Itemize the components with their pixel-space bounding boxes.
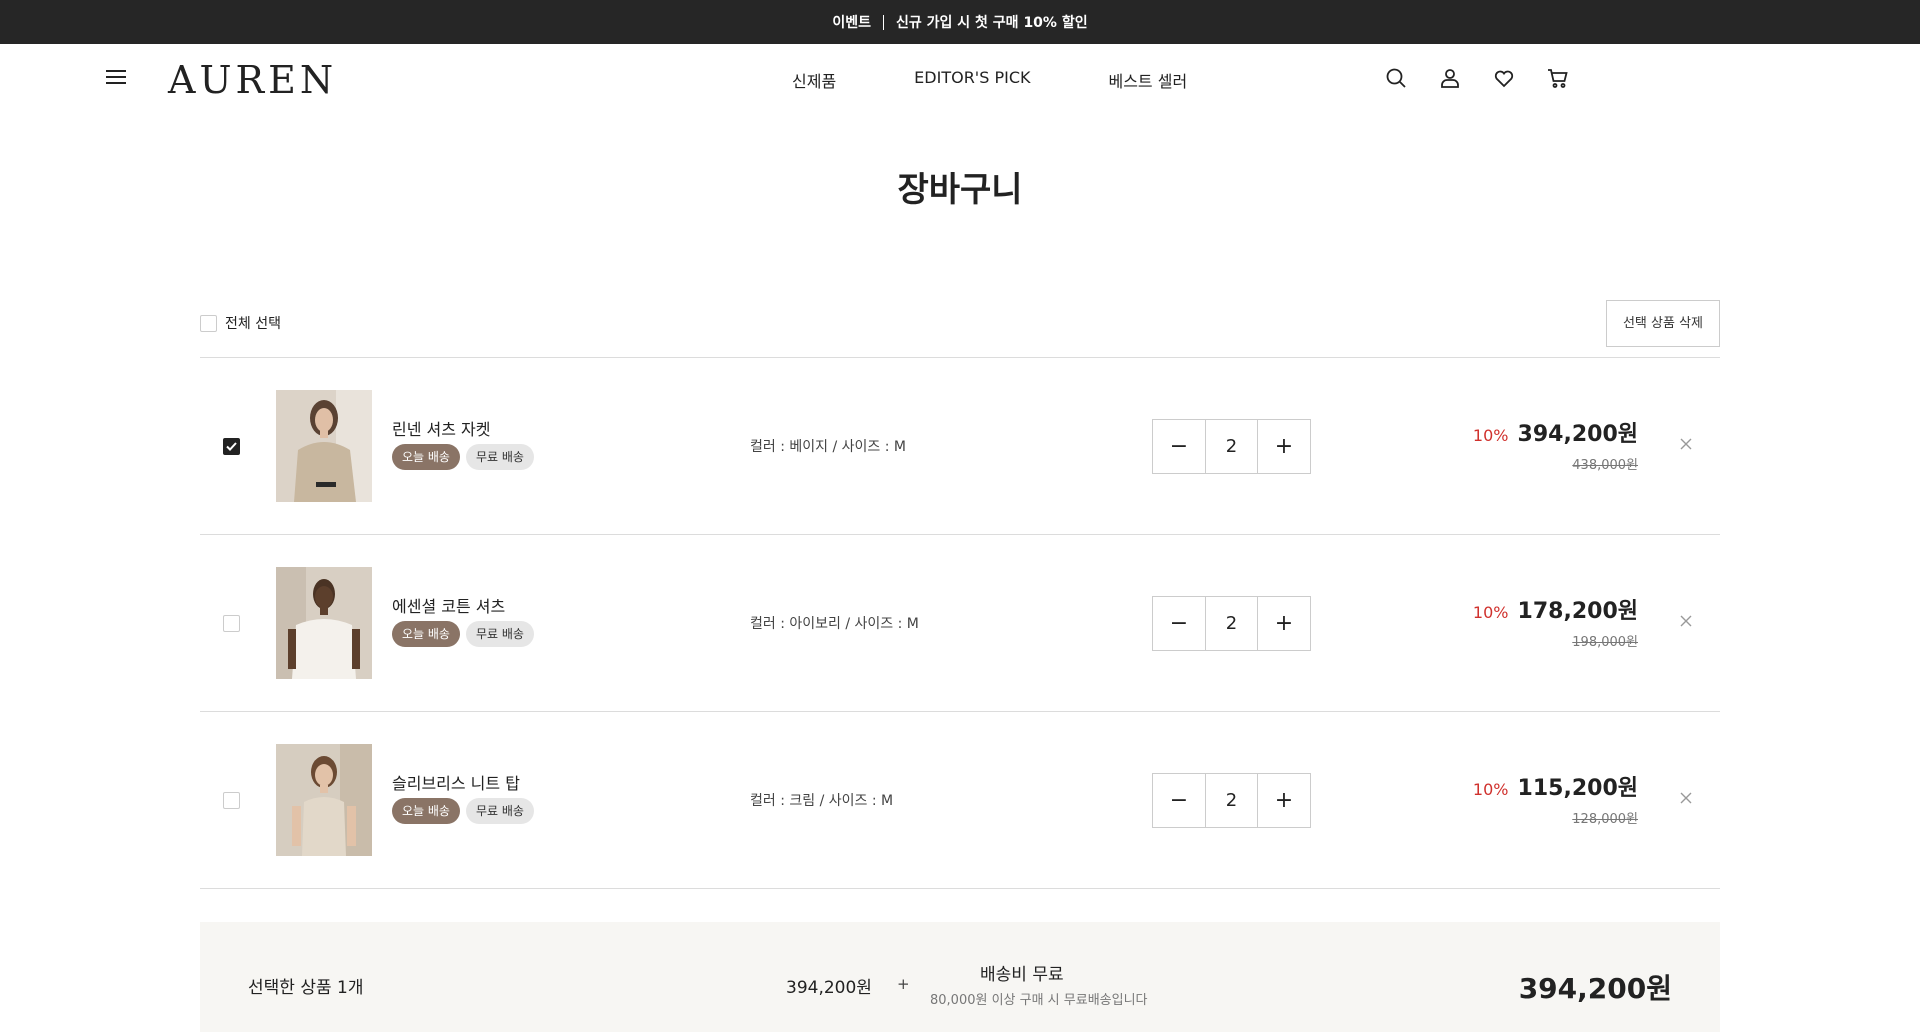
cart-icon[interactable] xyxy=(1546,66,1570,90)
badge-today-delivery: 오늘 배송 xyxy=(392,621,460,647)
close-icon[interactable] xyxy=(1678,790,1694,806)
sale-price: 394,200원 xyxy=(1517,422,1638,447)
item-checkbox[interactable] xyxy=(223,438,240,455)
price-block: 10% 394,200원 438,000원 xyxy=(1473,416,1638,473)
qty-increase-button[interactable]: + xyxy=(1258,597,1310,650)
badges: 오늘 배송 무료 배송 xyxy=(392,621,534,647)
close-icon[interactable] xyxy=(1678,613,1694,629)
wishlist-heart-icon[interactable] xyxy=(1492,66,1516,90)
qty-decrease-button[interactable]: − xyxy=(1153,597,1205,650)
original-price: 128,000원 xyxy=(1572,812,1638,827)
shipping-note: 80,000원 이상 구매 시 무료배송입니다 xyxy=(930,993,1148,1008)
total-amount: 394,200원 xyxy=(1518,972,1672,1005)
promo-label: 이벤트 xyxy=(832,15,872,31)
qty-value[interactable]: 2 xyxy=(1205,597,1258,650)
cart-item: 에센셜 코튼 셔츠 오늘 배송 무료 배송 컬러 : 아이보리 / 사이즈 : … xyxy=(200,535,1720,712)
product-image[interactable] xyxy=(276,567,372,679)
cart-item: 슬리브리스 니트 탑 오늘 배송 무료 배송 컬러 : 크림 / 사이즈 : M… xyxy=(200,712,1720,889)
sale-price: 115,200원 xyxy=(1517,776,1638,801)
original-price: 438,000원 xyxy=(1572,458,1638,473)
product-name[interactable]: 에센셜 코튼 셔츠 xyxy=(392,593,505,617)
qty-increase-button[interactable]: + xyxy=(1258,420,1310,473)
qty-value[interactable]: 2 xyxy=(1205,774,1258,827)
product-name[interactable]: 슬리브리스 니트 탑 xyxy=(392,770,520,794)
qty-decrease-button[interactable]: − xyxy=(1153,420,1205,473)
promo-divider xyxy=(883,14,885,30)
product-option: 컬러 : 아이보리 / 사이즈 : M xyxy=(750,616,919,632)
quantity-stepper: − 2 + xyxy=(1152,419,1311,474)
product-image[interactable] xyxy=(276,390,372,502)
nav-new-arrivals[interactable]: 신제품 xyxy=(792,68,836,92)
price-block: 10% 115,200원 128,000원 xyxy=(1473,770,1638,827)
site-header: AUREN 신제품 EDITOR'S PICK 베스트 셀러 xyxy=(0,44,1920,114)
badge-today-delivery: 오늘 배송 xyxy=(392,444,460,470)
discount-rate: 10% xyxy=(1472,780,1509,799)
badge-free-shipping: 무료 배송 xyxy=(465,444,534,470)
main-nav: 신제품 EDITOR'S PICK 베스트 셀러 xyxy=(792,68,1265,92)
sale-price: 178,200원 xyxy=(1517,599,1638,624)
badge-free-shipping: 무료 배송 xyxy=(465,621,534,647)
qty-decrease-button[interactable]: − xyxy=(1153,774,1205,827)
quantity-stepper: − 2 + xyxy=(1152,596,1311,651)
badge-today-delivery: 오늘 배송 xyxy=(392,798,460,824)
shipping-fee: 배송비 무료 xyxy=(980,965,1064,985)
brand-logo[interactable]: AUREN xyxy=(168,58,337,102)
cart-toolbar: 전체 선택 선택 상품 삭제 xyxy=(200,289,1720,358)
price-block: 10% 178,200원 198,000원 xyxy=(1473,593,1638,650)
nav-best-seller[interactable]: 베스트 셀러 xyxy=(1108,68,1187,92)
badges: 오늘 배송 무료 배송 xyxy=(392,798,534,824)
select-all-label: 전체 선택 xyxy=(225,316,281,332)
product-image[interactable] xyxy=(276,744,372,856)
product-name[interactable]: 린넨 셔츠 자켓 xyxy=(392,416,491,440)
original-price: 198,000원 xyxy=(1572,635,1638,650)
select-all-checkbox[interactable] xyxy=(200,314,217,332)
badges: 오늘 배송 무료 배송 xyxy=(392,444,534,470)
selected-count-label: 선택한 상품 1개 xyxy=(248,978,364,998)
product-option: 컬러 : 크림 / 사이즈 : M xyxy=(750,793,894,809)
badge-free-shipping: 무료 배송 xyxy=(465,798,534,824)
cart-item: 린넨 셔츠 자켓 오늘 배송 무료 배송 컬러 : 베이지 / 사이즈 : M … xyxy=(200,358,1720,535)
quantity-stepper: − 2 + xyxy=(1152,773,1311,828)
qty-value[interactable]: 2 xyxy=(1205,420,1258,473)
selected-amount: 394,200원 xyxy=(786,978,872,998)
cart-list: 전체 선택 선택 상품 삭제 린넨 셔츠 자켓 오늘 배송 무료 배송 컬러 :… xyxy=(200,289,1720,889)
discount-rate: 10% xyxy=(1472,426,1509,445)
delete-selected-button[interactable]: 선택 상품 삭제 xyxy=(1605,299,1720,347)
header-actions xyxy=(1384,66,1570,90)
select-all[interactable]: 전체 선택 xyxy=(200,313,281,333)
search-icon[interactable] xyxy=(1384,66,1408,90)
nav-editors-pick[interactable]: EDITOR'S PICK xyxy=(914,68,1030,92)
item-checkbox[interactable] xyxy=(223,792,240,809)
order-summary: 선택한 상품 1개 394,200원 + 배송비 무료 80,000원 이상 구… xyxy=(200,922,1720,1032)
plus-sign: + xyxy=(897,975,910,993)
page-title: 장바구니 xyxy=(897,170,1023,210)
item-checkbox[interactable] xyxy=(223,615,240,632)
hamburger-menu-icon[interactable] xyxy=(106,70,126,86)
promo-text: 신규 가입 시 첫 구매 10% 할인 xyxy=(896,15,1088,31)
close-icon[interactable] xyxy=(1678,436,1694,452)
qty-increase-button[interactable]: + xyxy=(1258,774,1310,827)
product-option: 컬러 : 베이지 / 사이즈 : M xyxy=(750,439,906,455)
account-icon[interactable] xyxy=(1438,66,1462,90)
discount-rate: 10% xyxy=(1472,603,1509,622)
promo-banner[interactable]: 이벤트 신규 가입 시 첫 구매 10% 할인 xyxy=(0,0,1920,44)
